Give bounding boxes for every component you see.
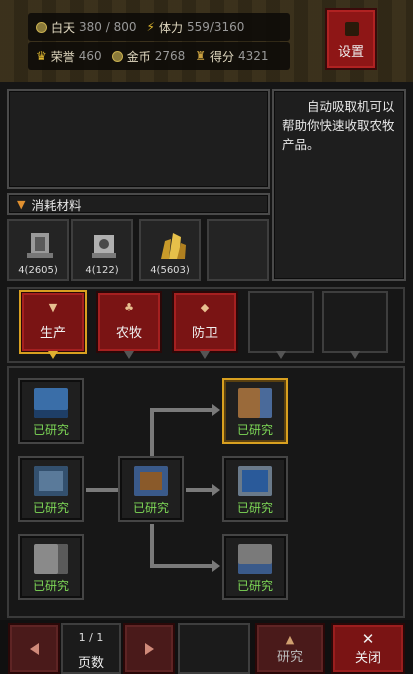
stat-row-day-stamina: 白天 380 / 800 ⚡ 体力 559/3160 [28,13,290,41]
tree-connector [86,488,118,492]
day-label: 白天 [51,20,76,35]
shovel-machine-icon [34,544,68,574]
drill-machine-icon [34,466,68,496]
settings-label: 设置 [337,45,364,60]
research-label: 研究 [276,649,303,665]
research-status: 已研究 [32,501,69,515]
day-value: 380 / 800 [79,20,137,34]
research-status: 已研究 [236,501,273,515]
material-count: 4(2605) [18,265,58,276]
stamina-value: 559/3160 [186,20,245,34]
research-status: 已研究 [236,579,273,593]
tree-connector [150,408,216,412]
gear-icon [345,22,359,36]
arrow-down-icon: ▼ [17,197,26,211]
research-status: 已研究 [32,579,69,593]
arrow-right-icon [144,642,154,655]
description-panel: 自动吸取机可以帮助你快速收取农牧产品。 [272,89,406,281]
ore-material-icon [92,235,116,258]
gold-label: 金币 [126,49,151,64]
arrow-left-icon [29,642,39,655]
tree-connector [150,564,216,568]
stamina-icon: ⚡ [146,20,155,34]
close-icon: ✕ [361,629,375,648]
score-value: 4321 [238,49,269,63]
research-node[interactable]: 已研究 [118,456,184,522]
honor-value: 460 [78,49,102,63]
close-label: 关闭 [354,650,381,666]
farming-icon: ♣ [124,301,134,314]
tab-empty [248,291,314,359]
materials-header: ▼ 消耗材料 [7,193,270,215]
auto-absorber-icon [238,388,272,418]
bottom-slot-empty [178,623,250,674]
gold-crystal-icon [161,233,186,259]
tab-defense[interactable]: ◆ 防卫 [172,291,238,359]
arrow-right-icon [212,404,220,416]
arrow-right-icon [212,560,220,572]
research-node[interactable]: 已研究 [222,456,288,522]
honor-label: 荣誉 [50,49,75,64]
gold-coin-icon [111,50,123,62]
day-icon [36,21,47,33]
tab-production[interactable]: ▼ 生产 [19,290,87,359]
gold-value: 2768 [154,49,186,63]
material-count: 4(5603) [150,265,190,276]
research-status: 已研究 [236,423,273,437]
top-status-bar: 白天 380 / 800 ⚡ 体力 559/3160 ♛ 荣誉 460 金币 2… [0,0,413,82]
material-slot[interactable]: 4(122) [71,219,133,281]
research-status: 已研究 [132,501,169,515]
production-icon: ▼ [48,301,58,314]
research-node[interactable]: 已研究 [18,456,84,522]
research-node-selected[interactable]: 已研究 [222,378,288,444]
trophy-icon: ♜ [195,49,207,63]
tab-label: 防卫 [191,326,218,341]
page-label: 页数 [77,656,104,671]
stat-row-honor-gold-score: ♛ 荣誉 460 金币 2768 ♜ 得分 4321 [28,42,290,70]
tree-connector [150,408,154,456]
materials-header-label: 消耗材料 [31,197,82,213]
material-slot-empty [207,219,269,281]
research-button[interactable]: ▲ 研究 [255,623,325,674]
research-status: 已研究 [32,423,69,437]
tab-label: 农牧 [115,326,142,341]
settings-button[interactable]: 设置 [325,8,377,70]
tab-farming[interactable]: ♣ 农牧 [96,291,162,359]
shield-icon: ◆ [200,301,210,314]
close-button[interactable]: ✕ 关闭 [331,623,405,674]
item-preview-panel [7,89,270,189]
statue-material-icon [27,233,53,258]
suction-machine-icon [134,466,168,496]
arrow-right-icon [212,484,220,496]
crown-icon: ♛ [36,49,47,63]
container-machine-icon [238,466,272,496]
tab-label: 生产 [39,326,66,341]
score-label: 得分 [210,49,235,64]
press-machine-icon [238,544,272,574]
material-slot[interactable]: 4(2605) [7,219,69,281]
research-node[interactable]: 已研究 [18,378,84,444]
machine-icon [34,388,68,418]
research-node[interactable]: 已研究 [18,534,84,600]
description-text: 自动吸取机可以帮助你快速收取农牧产品。 [282,99,395,152]
tab-empty [322,291,388,359]
material-slot[interactable]: 4(5603) [139,219,201,281]
page-indicator: 1 / 1 页数 [61,623,121,674]
page-number: 1 / 1 [78,631,104,644]
stamina-label: 体力 [158,20,183,35]
flask-icon: ▲ [285,632,295,646]
tree-connector [150,524,154,566]
material-count: 4(122) [85,265,119,276]
research-node[interactable]: 已研究 [222,534,288,600]
prev-page-button[interactable] [8,623,60,674]
next-page-button[interactable] [123,623,175,674]
